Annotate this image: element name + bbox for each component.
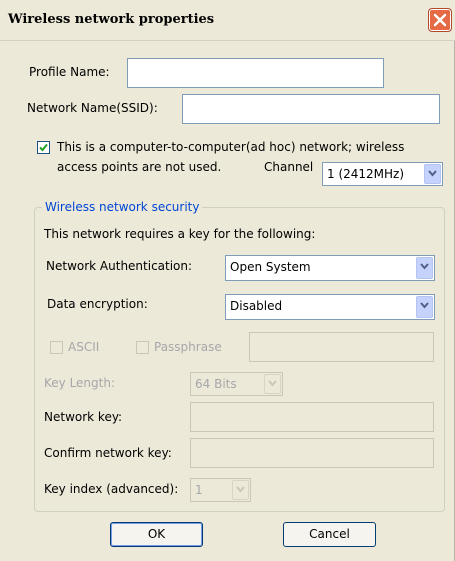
window-title: Wireless network properties	[8, 12, 215, 27]
close-button[interactable]	[429, 9, 451, 31]
adhoc-label-line2: access points are not used.	[57, 160, 222, 174]
chevron-down-icon	[428, 170, 437, 177]
passphrase-label: Passphrase	[154, 340, 222, 354]
network-auth-select[interactable]: Open System	[225, 255, 435, 281]
security-group-title: Wireless network security	[42, 200, 203, 214]
key-index-value: 1	[195, 483, 203, 497]
chevron-down-icon	[236, 486, 245, 493]
chevron-down-icon	[268, 380, 277, 387]
channel-label: Channel	[264, 160, 314, 174]
confirm-key-input[interactable]	[190, 438, 434, 468]
key-index-select[interactable]: 1	[190, 478, 251, 502]
dialog-window: Wireless network properties Profile Name…	[0, 0, 455, 561]
key-index-dropdown-button[interactable]	[232, 480, 249, 500]
key-length-select[interactable]: 64 Bits	[190, 372, 283, 396]
cancel-button[interactable]: Cancel	[283, 522, 376, 547]
chevron-down-icon	[420, 302, 429, 309]
adhoc-label-line1: This is a computer-to-computer(ad hoc) n…	[57, 140, 405, 154]
network-key-label: Network key:	[44, 410, 123, 424]
key-length-dropdown-button[interactable]	[264, 374, 281, 394]
ssid-input[interactable]	[182, 94, 440, 124]
key-length-value: 64 Bits	[195, 377, 237, 391]
data-encryption-select[interactable]: Disabled	[225, 294, 435, 320]
channel-value: 1 (2412MHz)	[327, 167, 405, 181]
channel-dropdown-button[interactable]	[424, 164, 441, 184]
passphrase-input[interactable]	[249, 332, 434, 362]
key-length-label: Key Length:	[44, 376, 116, 390]
security-intro-text: This network requires a key for the foll…	[44, 227, 316, 241]
data-encryption-value: Disabled	[230, 299, 283, 313]
data-encryption-dropdown-button[interactable]	[416, 296, 433, 318]
network-key-input[interactable]	[190, 402, 434, 432]
title-bar: Wireless network properties	[0, 0, 455, 41]
channel-select[interactable]: 1 (2412MHz)	[322, 162, 443, 186]
data-encryption-label: Data encryption:	[47, 297, 148, 311]
confirm-key-label: Confirm network key:	[44, 446, 172, 460]
profile-name-label: Profile Name:	[29, 65, 110, 79]
profile-name-input[interactable]	[127, 58, 384, 88]
ssid-label: Network Name(SSID):	[27, 101, 158, 115]
network-auth-value: Open System	[230, 260, 311, 274]
network-auth-dropdown-button[interactable]	[416, 257, 433, 279]
ascii-checkbox[interactable]	[50, 341, 63, 354]
ok-button[interactable]: OK	[110, 522, 203, 547]
checkmark-icon	[39, 143, 48, 152]
adhoc-checkbox[interactable]	[37, 141, 50, 154]
key-index-label: Key index (advanced):	[44, 482, 179, 496]
close-icon	[433, 13, 447, 27]
network-auth-label: Network Authentication:	[46, 259, 193, 273]
chevron-down-icon	[420, 263, 429, 270]
passphrase-checkbox[interactable]	[136, 341, 149, 354]
ascii-label: ASCII	[68, 340, 100, 354]
